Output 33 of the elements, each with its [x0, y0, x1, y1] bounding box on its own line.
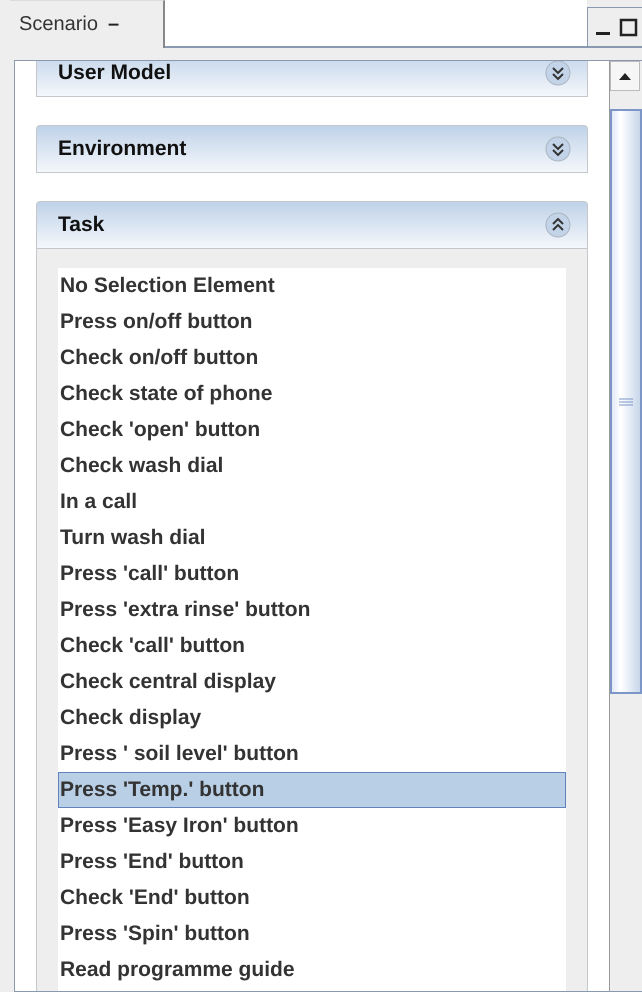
task-item[interactable]: Press 'End' button	[58, 844, 566, 880]
task-item[interactable]: Check on/off button	[58, 340, 566, 376]
task-item[interactable]: Press 'call' button	[58, 556, 566, 592]
task-item[interactable]: Read programme guide	[58, 952, 566, 988]
task-item[interactable]: Check 'call' button	[58, 628, 566, 664]
task-item[interactable]: Check 'End' button	[58, 880, 566, 916]
panel-header[interactable]: Environment	[36, 125, 588, 173]
task-item[interactable]: Turn wash dial	[58, 520, 566, 556]
chevron-icon[interactable]	[545, 61, 572, 86]
task-item[interactable]: Check display	[58, 700, 566, 736]
task-item[interactable]: Check central display	[58, 664, 566, 700]
tab-title: Scenario	[19, 13, 98, 36]
chevron-icon[interactable]	[545, 136, 572, 162]
minimize-button[interactable]: –	[108, 13, 120, 36]
task-item[interactable]: Press 'Easy Iron' button	[58, 808, 566, 844]
panel-header[interactable]: User Model	[36, 61, 588, 97]
scroll-up-icon[interactable]	[610, 61, 640, 91]
panel-header[interactable]: Task	[36, 201, 588, 249]
task-item[interactable]: Press ' soil level' button	[58, 736, 566, 772]
task-item[interactable]: Press on/off button	[58, 304, 566, 340]
vertical-scrollbar[interactable]	[609, 61, 642, 991]
task-item[interactable]: No Selection Element	[58, 268, 566, 304]
task-item[interactable]: Press 'Spin' button	[58, 916, 566, 952]
task-item[interactable]: Check wash dial	[58, 448, 566, 484]
grip-icon	[619, 398, 634, 406]
task-item[interactable]: Press 'extra rinse' button	[58, 592, 566, 628]
scroll-thumb[interactable]	[610, 109, 642, 694]
task-item[interactable]: Press 'Temp.' button	[58, 772, 566, 808]
chevron-icon[interactable]	[545, 212, 572, 238]
task-item[interactable]: Check state of phone	[58, 376, 566, 412]
task-item[interactable]: Check 'open' button	[58, 412, 566, 448]
task-item[interactable]: In a call	[58, 484, 566, 520]
scenario-tab[interactable]: Scenario –	[10, 0, 165, 48]
